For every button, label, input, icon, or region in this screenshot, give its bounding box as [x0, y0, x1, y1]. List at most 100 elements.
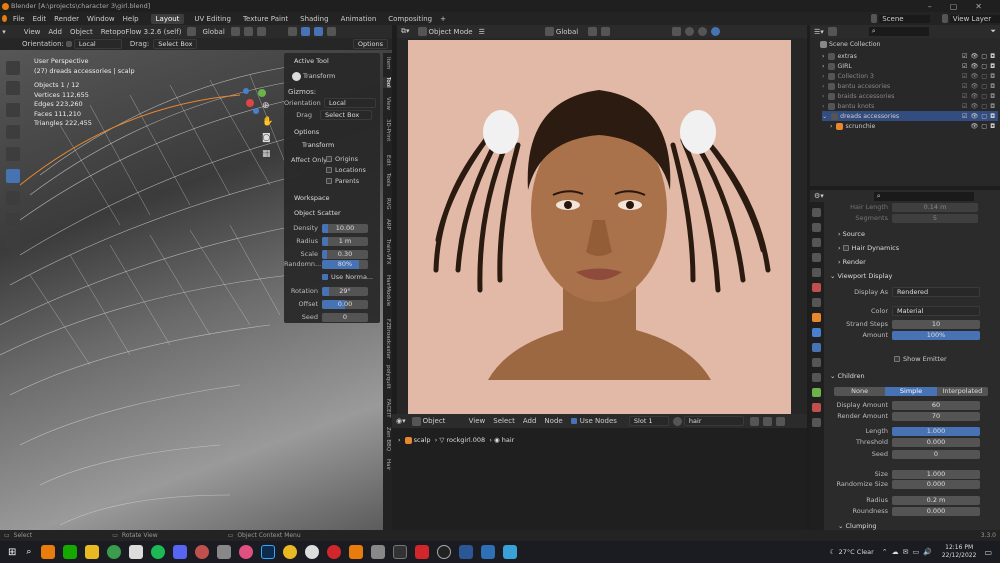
tab-shading[interactable]: Shading [296, 15, 332, 23]
orientation-dropdown[interactable]: Local [73, 39, 122, 49]
view-layer-icon[interactable] [941, 14, 948, 23]
modifier-properties-icon[interactable] [812, 328, 821, 337]
breadcrumb-hair[interactable]: hair [502, 436, 515, 444]
scale-tool-icon[interactable] [6, 147, 20, 161]
children-seed-field[interactable]: 0 [892, 449, 980, 459]
randomize-size-field[interactable]: 0.000 [892, 479, 980, 489]
tab-texture-paint[interactable]: Texture Paint [239, 15, 292, 23]
opera-taskbar-icon[interactable] [327, 545, 342, 559]
gizmo-icon[interactable] [300, 27, 310, 36]
side-tab-faceit[interactable]: FACEIT [383, 399, 391, 418]
particle-properties-icon[interactable] [812, 343, 821, 352]
physics-properties-icon[interactable] [812, 358, 821, 367]
app-blue-taskbar-icon[interactable] [305, 545, 320, 559]
segments-field[interactable]: 5 [892, 213, 978, 223]
hair-dynamics-section[interactable]: › Hair Dynamics [838, 244, 899, 252]
outliner-item[interactable]: › scrunchie 👁▢◘ [830, 121, 998, 131]
photos-taskbar-icon[interactable] [217, 545, 232, 559]
side-tab-arp[interactable]: ARP [383, 219, 391, 230]
scene-properties-icon[interactable] [812, 268, 821, 277]
side-tab-edit[interactable]: Edit [383, 155, 391, 166]
side-tab-trainvfx[interactable]: Train-VFX [383, 239, 391, 265]
origins-checkbox[interactable] [326, 156, 332, 162]
visibility-toggles[interactable]: ☑👁▢◘ [962, 102, 998, 110]
outliner-item[interactable]: › braids accessories ☑👁▢◘ [822, 91, 998, 101]
weather-icon[interactable]: ☾ [829, 548, 835, 556]
material-shading-icon[interactable] [698, 27, 708, 36]
scene-collection[interactable]: Scene Collection [818, 41, 880, 48]
add-workspace-icon[interactable]: + [440, 15, 446, 23]
options-header[interactable]: Options [294, 128, 319, 136]
app-red-taskbar-icon[interactable] [195, 545, 210, 559]
random-field[interactable]: 80% [322, 259, 368, 269]
outliner-type-icon[interactable]: ☰▾ [814, 28, 824, 36]
chrome-taskbar-icon[interactable] [107, 545, 122, 559]
side-tab-tool[interactable]: Tool [383, 77, 391, 88]
viewport-mode-icon[interactable]: ▾ [0, 28, 6, 36]
view-layer-name[interactable]: View Layer [949, 14, 1000, 23]
density-field[interactable]: 10.00 [322, 223, 368, 233]
strand-steps-field[interactable]: 10 [892, 319, 980, 329]
side-tab-hairmodule[interactable]: HairModule [383, 275, 391, 306]
system-tray-icons[interactable]: ⌃☁✉▭🔊 [882, 548, 936, 556]
transform-subheader[interactable]: Transform [302, 141, 334, 149]
menu-edit[interactable]: Edit [29, 15, 51, 23]
zoom-icon[interactable]: ⊕ [262, 101, 270, 111]
active-tool-header[interactable]: Active Tool [294, 57, 329, 65]
notification-icon[interactable]: ▭ [984, 548, 992, 557]
transform-tool-button[interactable]: Transform [290, 70, 335, 82]
tool-properties-icon[interactable] [812, 208, 821, 217]
hair-dynamics-checkbox[interactable] [842, 245, 849, 251]
render-snap-icon[interactable] [588, 27, 598, 36]
material-properties-icon[interactable] [812, 403, 821, 412]
side-tab-rvg[interactable]: RVG [383, 198, 391, 210]
photoshop-taskbar-icon[interactable] [261, 545, 276, 559]
material-name-field[interactable]: hair [683, 416, 744, 426]
proportional-icon[interactable] [256, 27, 266, 36]
world-properties-icon[interactable] [812, 283, 821, 292]
menu-file[interactable]: File [9, 15, 29, 23]
weather-label[interactable]: 27°C Clear [839, 548, 874, 556]
measure-tool-icon[interactable] [6, 213, 20, 227]
side-tab-polyquilt[interactable]: polyquilt [383, 365, 391, 389]
outliner-item[interactable]: › GIRL ☑👁▢◘ [822, 61, 998, 71]
radius-field[interactable]: 1 m [322, 236, 368, 246]
grid-icon[interactable]: ▦ [262, 149, 271, 159]
overlay-icon[interactable] [313, 27, 323, 36]
scene-name[interactable]: Scene [879, 14, 930, 23]
render-xray-icon[interactable] [672, 27, 682, 36]
rotation-field[interactable]: 29° [322, 286, 368, 296]
outliner-item[interactable]: › bantu accesories ☑👁▢◘ [822, 81, 998, 91]
move-tool-icon[interactable] [6, 103, 20, 117]
shading-icon[interactable] [326, 27, 336, 36]
visibility-toggles[interactable]: ☑👁▢◘ [962, 62, 998, 70]
side-tab-zenbbq[interactable]: Zen BBQ [383, 427, 391, 451]
windows-start-icon[interactable]: ⊞ [8, 547, 16, 558]
node-view-menu[interactable]: View [465, 417, 490, 425]
node-editor[interactable]: › scalp › ▽ rockgirl.008 › ◉ hair [392, 428, 807, 530]
word-taskbar-icon[interactable] [459, 545, 474, 559]
render-amount-field[interactable]: 70 [892, 411, 980, 421]
upwork-taskbar-icon[interactable] [63, 545, 78, 559]
visibility-toggles[interactable]: ☑👁▢◘ [962, 112, 998, 120]
children-section[interactable]: ⌄ Children [830, 372, 865, 380]
breadcrumb-rockgirl[interactable]: rockgirl.008 [446, 436, 485, 444]
obs-taskbar-icon[interactable] [437, 545, 452, 559]
outliner-item[interactable]: › extras ☑👁▢◘ [822, 51, 998, 61]
tab-compositing[interactable]: Compositing [384, 15, 436, 23]
explorer-taskbar-icon[interactable] [85, 545, 100, 559]
show-emitter-checkbox[interactable] [894, 356, 900, 362]
slack-taskbar-icon[interactable] [129, 545, 144, 559]
workspace-header[interactable]: Workspace [294, 194, 330, 202]
blender2-taskbar-icon[interactable] [349, 545, 364, 559]
visibility-icon[interactable] [287, 27, 297, 36]
side-tab-hair[interactable]: Hair [383, 459, 391, 470]
transform-orientation-icon[interactable] [187, 27, 197, 36]
breadcrumb-scalp[interactable]: scalp [414, 436, 431, 444]
use-normal-checkbox[interactable] [322, 274, 328, 280]
object-menu[interactable]: Object [66, 28, 97, 36]
pan-icon[interactable]: ✋ [262, 117, 273, 127]
tab-layout[interactable]: Layout [150, 13, 185, 24]
size-field[interactable]: 1.000 [892, 469, 980, 479]
rendered-shading-icon[interactable] [711, 27, 721, 36]
